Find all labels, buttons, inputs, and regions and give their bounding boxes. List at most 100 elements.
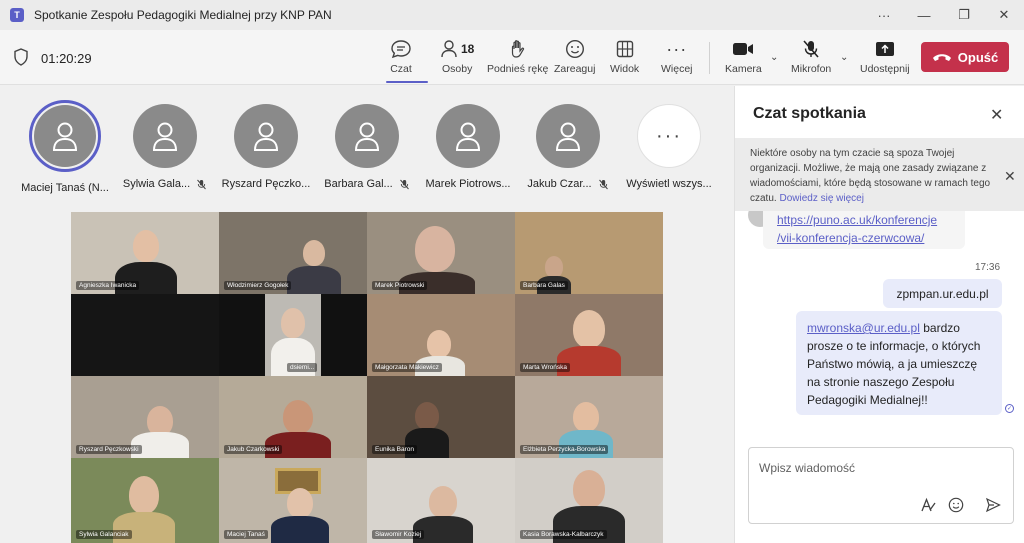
react-button[interactable]: Zareaguj <box>554 38 595 80</box>
view-all-label: Wyświetl wszys... <box>626 178 712 190</box>
person-icon <box>455 122 481 151</box>
video-tile[interactable]: Jakub Czarkowski <box>219 376 367 458</box>
email-link[interactable]: mwronska@ur.edu.pl <box>807 321 920 335</box>
message-link[interactable]: /vii-konferencja-czerwcowa/ <box>777 229 951 247</box>
person-icon <box>555 122 581 151</box>
leave-label: Opuść <box>957 49 999 65</box>
mic-muted-icon <box>598 179 608 189</box>
person-icon <box>354 122 380 151</box>
toolbar-separator <box>709 42 710 74</box>
people-icon <box>441 40 457 58</box>
more-dots-icon: ··· <box>637 104 701 168</box>
video-tile[interactable]: Marta Wrońska <box>515 294 663 376</box>
avatar <box>335 104 399 168</box>
view-button[interactable]: Widok <box>610 38 639 80</box>
participant-tile[interactable]: Sylwia Gala... <box>115 104 215 190</box>
video-tile[interactable]: Sylwia Galanciak <box>71 458 219 543</box>
video-tile[interactable]: Eunika Baron <box>367 376 515 458</box>
video-tile[interactable]: Ryszard Pęczkowski <box>71 376 219 458</box>
participant-strip: Maciej Tanaś (N... Sylwia Gala... Ryszar… <box>0 86 734 210</box>
video-tile[interactable]: dsiemi... <box>219 294 367 376</box>
leave-button[interactable]: Opuść <box>921 42 1009 72</box>
close-icon[interactable]: ✕ <box>984 0 1024 30</box>
grid-view-icon <box>616 40 633 58</box>
video-tile[interactable]: Maciej Tanaś <box>219 458 367 543</box>
close-chat-icon[interactable]: ✕ <box>990 105 1003 125</box>
video-tile[interactable]: Kasia Borawska-Kalbarczyk <box>515 458 663 543</box>
meeting-toolbar: 01:20:29 Czat 18 Osoby Podnieś rękę Zare… <box>0 30 1024 85</box>
video-person <box>573 470 605 508</box>
video-person <box>573 402 599 432</box>
avatar <box>436 104 500 168</box>
video-person <box>133 230 159 262</box>
format-text-icon[interactable] <box>919 496 937 514</box>
video-tile-name: Małgorzata Makiewicz <box>372 363 442 372</box>
view-label: Widok <box>610 63 640 75</box>
shield-icon <box>14 48 28 66</box>
participant-tile[interactable]: Barbara Gal... <box>317 104 417 190</box>
video-tile[interactable]: Barbara Galas <box>515 212 663 294</box>
video-tile-name: Sylwia Galanciak <box>76 530 132 539</box>
video-tile[interactable]: Agnieszka Iwanicka <box>71 212 219 294</box>
video-tile[interactable]: Małgorzata Makiewicz <box>367 294 515 376</box>
video-tile[interactable]: Sławomir Koziej <box>367 458 515 543</box>
people-count: 18 <box>461 42 475 56</box>
participant-tile[interactable]: Jakub Czar... <box>518 104 618 190</box>
mic-muted-icon <box>399 179 409 189</box>
video-person <box>287 488 313 518</box>
message-input[interactable] <box>759 458 999 478</box>
video-tile-name: Marta Wrońska <box>520 363 570 372</box>
video-person <box>287 266 341 294</box>
hand-icon <box>511 40 524 58</box>
video-tile-name: Agnieszka Iwanicka <box>76 281 140 290</box>
video-person <box>427 330 451 358</box>
video-tile-name: Marek Piotrowski <box>372 281 428 290</box>
message-link[interactable]: https://puno.ac.uk/konferencje <box>777 211 951 229</box>
microphone-options-chevron-icon[interactable]: ⌄ <box>840 52 848 63</box>
video-tile[interactable] <box>71 294 219 376</box>
dismiss-notice-icon[interactable]: ✕ <box>1004 168 1016 185</box>
compose-box <box>748 447 1014 524</box>
external-users-notice: Niektóre osoby na tym czacie są spoza Tw… <box>735 138 1024 211</box>
active-tab-indicator <box>386 81 428 83</box>
video-tile[interactable]: Elżbieta Perzycka-Borowska <box>515 376 663 458</box>
video-person <box>415 226 455 272</box>
camera-button[interactable]: Kamera <box>725 38 762 80</box>
emoji-icon[interactable] <box>947 496 965 514</box>
participant-tile[interactable]: Marek Piotrows... <box>418 104 518 190</box>
participant-tile[interactable]: Ryszard Pęczko... <box>216 104 316 190</box>
minimize-icon[interactable]: — <box>904 0 944 30</box>
video-tile[interactable]: Włodzimierz Gogołek <box>219 212 367 294</box>
camera-options-chevron-icon[interactable]: ⌄ <box>770 52 778 63</box>
video-person <box>415 402 439 430</box>
react-label: Zareaguj <box>554 63 596 75</box>
raise-hand-button[interactable]: Podnieś rękę <box>487 38 548 80</box>
send-icon[interactable] <box>984 496 1002 514</box>
more-button[interactable]: ··· Więcej <box>661 38 693 80</box>
video-person <box>283 400 313 434</box>
people-button[interactable]: 18 Osoby <box>440 38 474 80</box>
avatar <box>29 100 101 172</box>
person-icon <box>152 122 178 151</box>
video-tile-name: dsiemi... <box>287 363 318 372</box>
microphone-muted-icon <box>803 40 819 58</box>
share-screen-icon <box>875 42 894 56</box>
video-person <box>129 476 159 514</box>
restore-icon[interactable]: ❐ <box>944 0 984 30</box>
participant-tile[interactable]: Maciej Tanaś (N... <box>15 100 115 194</box>
person-icon <box>52 122 78 151</box>
learn-more-link[interactable]: Dowiedz się więcej <box>779 193 863 204</box>
video-tile[interactable]: Marek Piotrowski <box>367 212 515 294</box>
video-tile-name: Elżbieta Perzycka-Borowska <box>520 445 609 454</box>
video-tile-name: Maciej Tanaś <box>224 530 268 539</box>
more-options-icon[interactable]: ··· <box>864 0 904 30</box>
incoming-message: https://puno.ac.uk/konferencje /vii-konf… <box>763 211 965 249</box>
teams-app-icon: T <box>10 8 24 22</box>
chat-button[interactable]: Czat <box>390 38 412 80</box>
message-timestamp: 17:36 <box>975 262 1001 273</box>
view-all-participants[interactable]: ··· Wyświetl wszys... <box>619 104 719 190</box>
share-button[interactable]: Udostępnij <box>860 38 910 80</box>
microphone-button[interactable]: Mikrofon <box>791 38 831 80</box>
more-label: Więcej <box>661 63 693 75</box>
seen-check-icon: ✓ <box>1005 404 1014 413</box>
